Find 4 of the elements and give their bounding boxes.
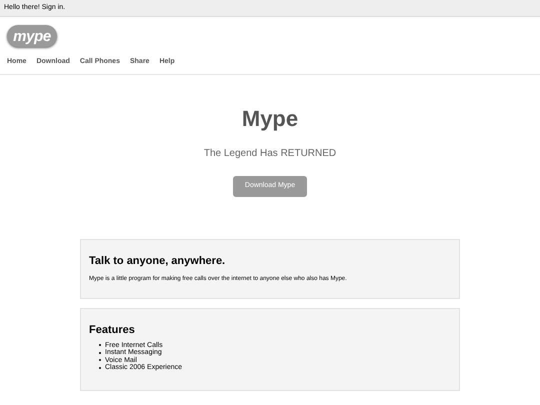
- hero-title: Mype: [242, 108, 298, 130]
- intro-heading: Talk to anyone, anywhere.: [89, 256, 226, 266]
- features-heading: Features: [89, 324, 136, 336]
- hero-subtitle: The Legend Has RETURNED: [204, 146, 336, 160]
